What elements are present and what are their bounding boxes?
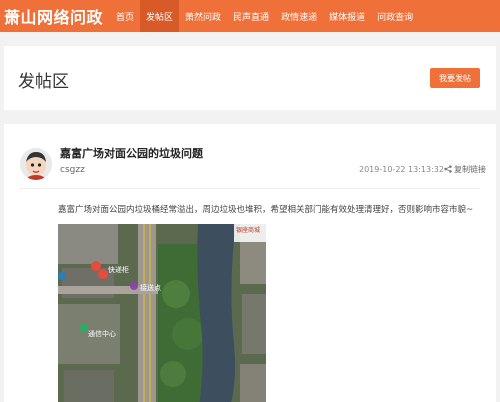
copy-link-label: 复制链接 (454, 165, 486, 174)
nav-item-xiaoran[interactable]: 萧然问政 (179, 0, 227, 32)
map-label-4: 通信中心 (88, 329, 116, 338)
section-header-card: 发帖区 我要发帖 (4, 46, 496, 110)
post-author[interactable]: csgzz (60, 165, 85, 175)
post-body-text: 嘉富广场对面公园内垃圾桶经常溢出，周边垃圾也堆积，希望相关部门能有效处理清理好，… (58, 205, 474, 215)
copy-link-button[interactable]: 复制链接 (444, 164, 486, 175)
divider (20, 188, 480, 189)
post-map-image[interactable]: 银座商城 快递柜 接送点 通信中心 (58, 224, 266, 402)
map-label-2: 快递柜 (108, 265, 129, 274)
nav-item-media[interactable]: 媒体报道 (323, 0, 371, 32)
site-logo[interactable]: 萧山网络问政 (0, 4, 110, 28)
map-label-1: 银座商城 (236, 226, 260, 234)
page-title: 发帖区 (18, 72, 69, 92)
user-avatar-icon[interactable] (20, 148, 52, 180)
main-nav: 首页 发帖区 萧然问政 民声直通 政情速递 媒体报道 问政查询 (110, 0, 419, 32)
nav-item-zhengqing[interactable]: 政情速递 (275, 0, 323, 32)
new-post-button[interactable]: 我要发帖 (430, 68, 480, 88)
post-card: 嘉富广场对面公园的垃圾问题 csgzz 2019-10-22 13:13:32 … (4, 124, 496, 402)
map-label-3: 接送点 (140, 283, 161, 292)
nav-item-minsheng[interactable]: 民声直通 (227, 0, 275, 32)
nav-item-home[interactable]: 首页 (110, 0, 140, 32)
top-nav-bar: 萧山网络问政 首页 发帖区 萧然问政 民声直通 政情速递 媒体报道 问政查询 (0, 0, 500, 32)
nav-item-query[interactable]: 问政查询 (371, 0, 419, 32)
post-title[interactable]: 嘉富广场对面公园的垃圾问题 (60, 145, 203, 161)
post-timestamp: 2019-10-22 13:13:32 (359, 165, 444, 174)
share-icon (444, 164, 452, 175)
nav-item-post-area[interactable]: 发帖区 (140, 0, 180, 32)
